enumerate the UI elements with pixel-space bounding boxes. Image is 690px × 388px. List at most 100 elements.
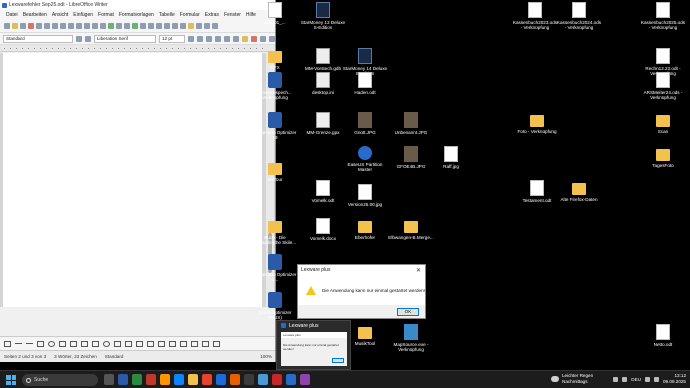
new-style-icon[interactable] [85,35,91,42]
app6-icon[interactable] [244,374,254,385]
tray-app-icon[interactable] [622,376,628,382]
desktop-icon[interactable]: Elbwangen-B.Merge... [388,218,434,240]
desktop-icon[interactable]: Unbenannt.JPG [388,112,434,135]
insert-image-icon[interactable] [132,23,138,29]
desktop-icon[interactable]: StarMoney 13 Deluxe S-Edition [300,2,346,31]
desktop-icon[interactable]: Gnott.JPG [342,112,388,135]
strikethrough-icon[interactable] [215,35,221,42]
rectangle-tool-icon[interactable] [37,340,44,347]
dialog-titlebar[interactable]: Lexware plus ✕ [298,265,425,275]
symbol-shapes-tool-icon[interactable] [103,340,110,347]
desktop-icon[interactable]: Quick-Optimizer (WUS) [252,292,298,321]
glue-points-tool-icon[interactable] [191,340,198,347]
insert-field-icon[interactable] [164,23,170,29]
print-preview-icon[interactable] [44,23,50,29]
ok-button[interactable]: OK [397,307,419,316]
desktop-icon[interactable]: Lexwarespech... Verknüpfung [252,72,298,101]
menu-formatvorlagen[interactable]: Formatvorlagen [119,12,154,18]
desktop-icon[interactable]: Foto - Verknüpfung [514,112,560,134]
desktop-icon[interactable]: TagesFoto [640,146,686,168]
document-page[interactable] [3,53,262,307]
lexware-taskbar-icon[interactable] [216,374,226,385]
desktop-icon[interactable]: Raff.jpg [428,146,474,169]
task-view-icon[interactable] [104,374,114,385]
basic-shapes-icon[interactable] [212,23,218,29]
cut-icon[interactable] [52,23,58,29]
print-icon[interactable] [36,23,42,29]
desktop-icon[interactable]: Kassenbuch2024.ods - Verknüpfung [556,2,602,31]
app7-icon[interactable] [258,374,268,385]
highlight-icon[interactable] [242,35,248,42]
block-arrows-tool-icon[interactable] [114,340,121,347]
hyperlink-icon[interactable] [180,23,186,29]
status-style[interactable]: Standard [105,354,124,359]
weather-widget[interactable]: Leichter Regen Nachmittags [551,373,593,385]
app2-icon[interactable] [132,374,142,385]
desktop-icon[interactable]: Haden.odt [342,72,388,95]
app8-icon[interactable] [272,374,282,385]
clock[interactable]: 13:12 09.09.2025 [663,373,686,385]
formatting-marks-icon[interactable] [116,23,122,29]
insert-pagebreak-icon[interactable] [156,23,162,29]
insert-chart-icon[interactable] [140,23,146,29]
update-style-icon[interactable] [76,35,82,42]
desktop-icon[interactable]: Eberhofer [342,218,388,240]
italic-icon[interactable] [197,35,203,42]
insert-table-icon[interactable] [124,23,130,29]
desktop-icon[interactable]: Vomelk.docx [300,218,346,241]
menu-ansicht[interactable]: Ansicht [52,12,68,18]
desktop-icon[interactable]: EaseUS Partition Master [342,146,388,173]
desktop-icon[interactable]: Scan [640,112,686,134]
taskbar-thumbnail[interactable]: Lexware plus Lexware plus Die Anwendung … [276,320,351,370]
spellcheck-icon[interactable] [108,23,114,29]
language-indicator[interactable]: DEU [631,377,641,382]
status-page[interactable]: Seiten 2 und 3 von 3 [4,354,46,359]
desktop-icon[interactable]: IrisTour [252,160,298,182]
track-changes-icon[interactable] [196,23,202,29]
paste-icon[interactable] [68,23,74,29]
curve-tool-icon[interactable] [70,340,77,347]
writer-taskbar-icon[interactable] [286,374,296,385]
app3-icon[interactable] [146,374,156,385]
desktop-icon[interactable]: ARSMeiter24.ods - Verknüpfung [640,72,686,101]
align-left-icon[interactable] [260,35,266,42]
insert-textbox-icon[interactable] [148,23,154,29]
desktop-icon[interactable]: desktop.ini [300,72,346,95]
file-explorer-icon[interactable] [188,374,198,385]
toggle-extrusion-tool-icon[interactable] [202,340,209,347]
undo-icon[interactable] [84,23,90,29]
desktop-icon[interactable]: Netto.odt [640,324,686,347]
redo-icon[interactable] [92,23,98,29]
desktop-icon[interactable]: Testament.odt [514,180,560,203]
underline-icon[interactable] [206,35,212,42]
menu-extras[interactable]: Extras [205,12,219,18]
menu-format[interactable]: Format [98,12,114,18]
edge-icon[interactable] [174,374,184,385]
menu-formular[interactable]: Formular [180,12,200,18]
select-tool-icon[interactable] [4,340,11,347]
start-button[interactable] [6,375,16,385]
desktop-icon[interactable]: Alte Firefox-Daten [556,180,602,202]
desktop-icon[interactable]: Kassenbuch2023.ods - Verknüpfung [512,2,558,31]
ellipse-tool-icon[interactable] [48,340,55,347]
menu-einfuegen[interactable]: Einfügen [73,12,93,18]
points-tool-icon[interactable] [180,340,187,347]
menu-bearbeiten[interactable]: Bearbeiten [23,12,47,18]
status-words[interactable]: 3 Wörter, 23 Zeichen [54,354,97,359]
save-icon[interactable] [20,23,26,29]
desktop-icon[interactable]: Ashampoo Optimizer 2... [252,254,298,283]
clone-format-icon[interactable] [76,23,82,29]
stars-tool-icon[interactable] [147,340,154,347]
desktop-icon[interactable]: MM-Vorstech.gdb [300,48,346,71]
menu-tabelle[interactable]: Tabelle [159,12,175,18]
comment-icon[interactable] [188,23,194,29]
desktop-icon[interactable]: Vomelk.odt [300,180,346,203]
callouts-tool-icon[interactable] [136,340,143,347]
line-tool-icon[interactable] [15,343,22,344]
app1-icon[interactable] [118,374,128,385]
volume-icon[interactable] [654,376,659,382]
new-doc-icon[interactable] [4,23,10,29]
fontwork-tool-icon[interactable] [158,340,165,347]
thumbnail-preview[interactable]: Lexware plus Die Anwendung kann nur einm… [281,332,347,366]
export-pdf-icon[interactable] [28,23,34,29]
